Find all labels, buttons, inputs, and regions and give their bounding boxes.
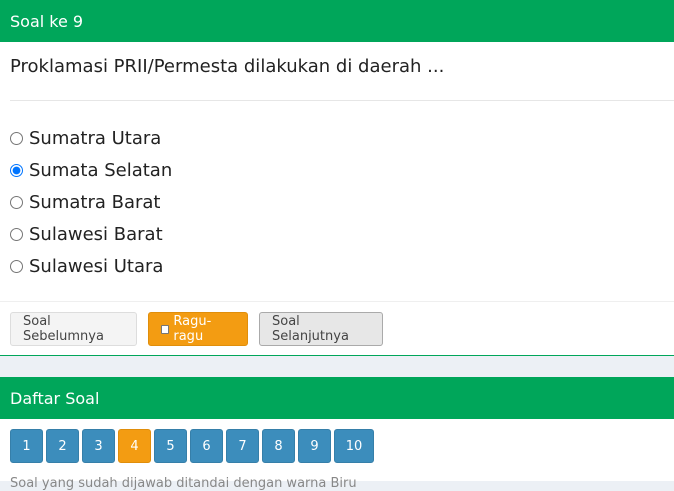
option-d-label: Sulawesi Barat: [29, 223, 163, 245]
divider: [10, 100, 674, 101]
question-card-header: Soal ke 9: [0, 0, 674, 42]
doubt-label: Ragu-ragu: [173, 314, 212, 344]
answer-options: Sumatra Utara Sumata Selatan Sumatra Bar…: [10, 122, 172, 282]
question-number-grid: 1 2 3 4 5 6 7 8 9 10: [10, 429, 374, 463]
question-number-title: Soal ke 9: [10, 11, 84, 31]
question-number-button[interactable]: 7: [226, 429, 259, 463]
question-list-card: Daftar Soal 1 2 3 4 5 6 7 8 9 10 Soal ya…: [0, 377, 674, 491]
question-number-button[interactable]: 2: [46, 429, 79, 463]
question-list-title: Daftar Soal: [10, 388, 100, 408]
option-e[interactable]: Sulawesi Utara: [10, 250, 172, 282]
option-b-radio[interactable]: [10, 163, 23, 177]
option-a-label: Sumatra Utara: [29, 127, 162, 149]
question-number-button[interactable]: 10: [334, 429, 374, 463]
previous-question-button[interactable]: Soal Sebelumnya: [10, 312, 137, 346]
question-number-button[interactable]: 3: [82, 429, 115, 463]
option-b[interactable]: Sumata Selatan: [10, 154, 172, 186]
option-c-label: Sumatra Barat: [29, 191, 161, 213]
option-a-radio[interactable]: [10, 131, 23, 145]
question-number-button[interactable]: 6: [190, 429, 223, 463]
question-number-button[interactable]: 9: [298, 429, 331, 463]
option-d-radio[interactable]: [10, 227, 23, 241]
option-c-radio[interactable]: [10, 195, 23, 209]
question-number-button[interactable]: 1: [10, 429, 43, 463]
option-b-label: Sumata Selatan: [29, 159, 173, 181]
question-list-header: Daftar Soal: [0, 377, 674, 419]
question-card: Soal ke 9 Proklamasi PRII/Permesta dilak…: [0, 0, 674, 356]
doubt-button[interactable]: Ragu-ragu: [148, 312, 248, 346]
question-number-button-doubt[interactable]: 4: [118, 429, 151, 463]
next-question-label: Soal Selanjutnya: [272, 314, 349, 344]
option-d[interactable]: Sulawesi Barat: [10, 218, 172, 250]
option-e-radio[interactable]: [10, 259, 23, 273]
doubt-checkbox-icon[interactable]: [161, 324, 170, 334]
legend-note: Soal yang sudah dijawab ditandai dengan …: [10, 476, 357, 491]
question-number-button[interactable]: 5: [154, 429, 187, 463]
option-a[interactable]: Sumatra Utara: [10, 122, 172, 154]
question-number-button[interactable]: 8: [262, 429, 295, 463]
previous-question-label: Soal Sebelumnya: [23, 314, 104, 344]
option-e-label: Sulawesi Utara: [29, 255, 164, 277]
option-c[interactable]: Sumatra Barat: [10, 186, 172, 218]
next-question-button[interactable]: Soal Selanjutnya: [259, 312, 383, 346]
question-text: Proklamasi PRII/Permesta dilakukan di da…: [10, 56, 445, 77]
divider: [0, 301, 674, 302]
question-actions: Soal Sebelumnya Ragu-ragu Soal Selanjutn…: [10, 312, 383, 346]
